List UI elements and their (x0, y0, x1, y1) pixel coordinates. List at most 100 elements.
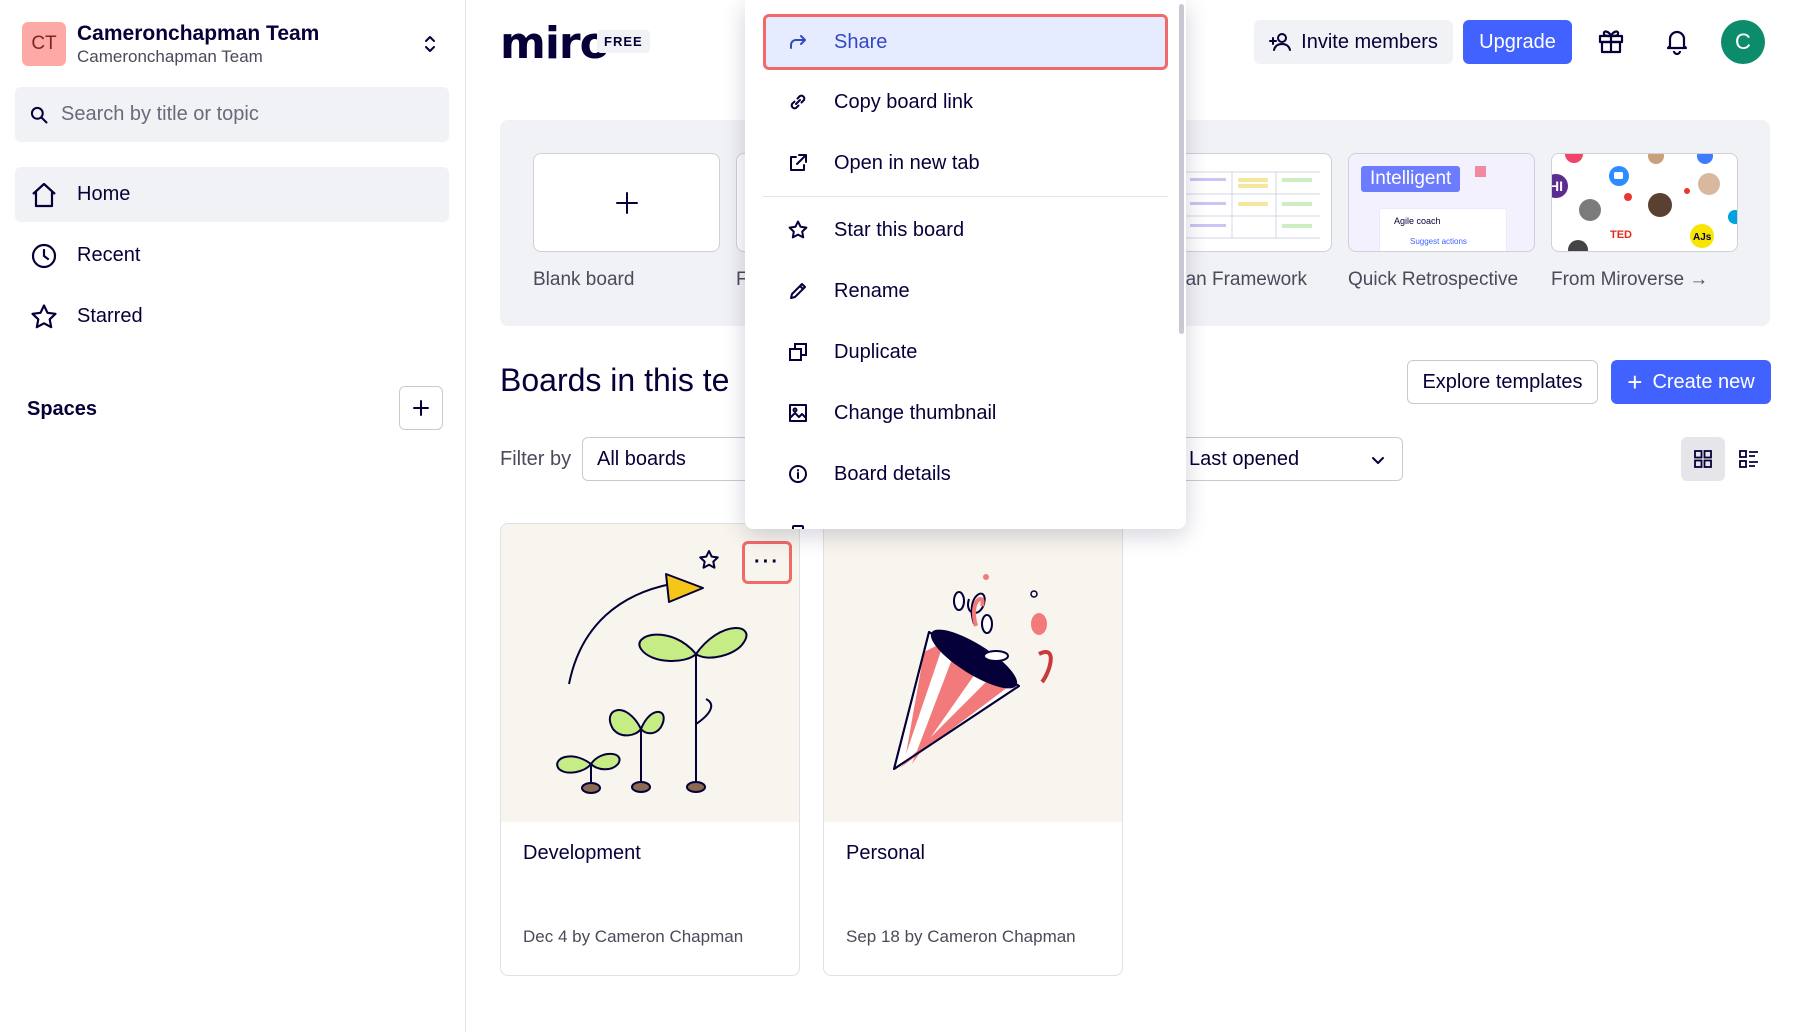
upgrade-button[interactable]: Upgrade (1463, 20, 1572, 64)
info-icon (789, 465, 807, 483)
menu-item-label: Open in new tab (834, 151, 980, 174)
search-box[interactable] (15, 87, 449, 142)
search-icon (30, 106, 48, 123)
clock-icon (31, 243, 57, 268)
share-arrow-icon (790, 35, 806, 49)
sidebar-item-label: Starred (77, 305, 143, 327)
sort-select[interactable]: Last opened (1170, 437, 1403, 481)
hi-badge: HI (1552, 178, 1563, 194)
party-popper-illustration (893, 574, 1053, 770)
menu-divider (763, 196, 1168, 197)
template-label: From Miroverse → (1551, 269, 1709, 290)
menu-scrollbar[interactable] (1179, 4, 1184, 334)
star-icon (788, 220, 808, 239)
board-thumbnail[interactable] (824, 524, 1122, 822)
template-from-miroverse[interactable]: HI AJs TED From Miroverse → (1551, 153, 1738, 290)
menu-item-label: Duplicate (834, 340, 918, 363)
grid-icon (1694, 450, 1712, 468)
retro-preview-card: Agile coach Suggest actions (1379, 208, 1507, 251)
template-thumbnail[interactable]: Intelligent Agile coach Suggest actions (1348, 153, 1535, 252)
ajs-badge: AJs (1693, 232, 1712, 243)
board-meta: Dec 4 by Cameron Chapman (523, 927, 744, 946)
menu-item-cut-off[interactable] (763, 507, 1168, 529)
menu-item-label: Change thumbnail (834, 401, 997, 424)
image-icon (789, 404, 807, 422)
boards-section-title: Boards in this te (500, 362, 730, 398)
menu-item-change-thumbnail[interactable]: Change thumbnail (763, 385, 1168, 441)
board-thumbnail[interactable]: ··· (501, 524, 799, 822)
board-context-menu: Share Copy board link Open in new tab St… (745, 0, 1186, 529)
list-view-toggle[interactable] (1727, 437, 1771, 481)
plan-badge: FREE (597, 30, 650, 53)
menu-item-share[interactable]: Share (763, 14, 1168, 70)
team-subtitle: Cameronchapman Team (77, 47, 263, 66)
template-label: Blank board (533, 269, 635, 290)
board-meta: Sep 18 by Cameron Chapman (846, 927, 1076, 946)
agile-coach-label: Agile coach (1394, 216, 1441, 226)
team-switcher[interactable]: CT Cameronchapman Team Cameronchapman Te… (22, 20, 442, 68)
menu-item-duplicate[interactable]: Duplicate (763, 324, 1168, 380)
create-new-label: Create new (1652, 370, 1755, 393)
board-more-options-button[interactable]: ··· (742, 541, 792, 584)
miroverse-avatars-graphic: HI AJs TED (1552, 154, 1737, 251)
filter-select[interactable]: All boards (582, 437, 752, 481)
gift-icon (1598, 30, 1624, 54)
team-avatar: CT (22, 22, 66, 66)
link-icon (790, 94, 806, 110)
menu-item-label: Copy board link (834, 90, 973, 113)
add-space-button[interactable] (399, 386, 443, 430)
sidebar-item-label: Recent (77, 244, 141, 266)
external-link-icon (790, 154, 807, 171)
search-input[interactable] (61, 103, 421, 126)
user-avatar[interactable]: C (1721, 20, 1765, 64)
miro-logo[interactable]: miro (500, 18, 610, 69)
gift-button[interactable] (1594, 24, 1628, 58)
menu-item-label: Board details (834, 462, 951, 485)
home-icon (32, 182, 56, 207)
invite-members-label: Invite members (1301, 30, 1438, 53)
invite-members-button[interactable]: Invite members (1254, 20, 1453, 64)
template-label: Quick Retrospective (1348, 269, 1519, 290)
board-card-personal[interactable]: Personal Sep 18 by Cameron Chapman (823, 523, 1123, 976)
sidebar-item-recent[interactable]: Recent (15, 228, 449, 283)
menu-item-board-details[interactable]: Board details (763, 446, 1168, 502)
star-icon (31, 303, 57, 328)
sidebar-item-starred[interactable]: Starred (15, 289, 449, 344)
notifications-button[interactable] (1660, 24, 1694, 58)
plus-icon (413, 400, 429, 416)
menu-item-label: Star this board (834, 218, 965, 241)
template-thumbnail[interactable]: HI AJs TED (1551, 153, 1738, 252)
team-name: Cameronchapman Team (77, 22, 320, 45)
add-user-icon (1269, 33, 1292, 51)
intelligent-tag: Intelligent (1361, 166, 1461, 192)
sidebar: CT Cameronchapman Team Cameronchapman Te… (0, 0, 466, 1032)
spaces-heading: Spaces (27, 398, 98, 420)
menu-item-copy-board-link[interactable]: Copy board link (763, 74, 1168, 130)
suggest-actions-label: Suggest actions (1410, 237, 1467, 246)
template-thumbnail[interactable] (533, 153, 720, 252)
board-name[interactable]: Development (523, 842, 641, 865)
explore-templates-button[interactable]: Explore templates (1407, 360, 1598, 404)
menu-item-open-new-tab[interactable]: Open in new tab (763, 135, 1168, 191)
duplicate-icon (789, 343, 807, 361)
sidebar-item-home[interactable]: Home (15, 167, 449, 222)
create-new-button[interactable]: + Create new (1611, 360, 1771, 404)
menu-item-label: Share (834, 30, 888, 53)
chevron-up-down-icon[interactable] (418, 32, 442, 56)
template-label: oan Framework (1175, 269, 1307, 290)
sort-select-value: Last opened (1189, 447, 1300, 470)
pencil-icon (790, 283, 806, 299)
template-blank-board[interactable]: Blank board (533, 153, 720, 290)
menu-item-rename[interactable]: Rename (763, 263, 1168, 319)
menu-item-label: Rename (834, 279, 910, 302)
sidebar-item-label: Home (77, 183, 131, 205)
grid-view-toggle[interactable] (1681, 437, 1725, 481)
board-name[interactable]: Personal (846, 842, 925, 865)
star-icon[interactable] (697, 548, 721, 572)
template-quick-retrospective[interactable]: Intelligent Agile coach Suggest actions … (1348, 153, 1535, 290)
list-icon (1739, 450, 1758, 468)
bell-icon (1666, 30, 1688, 56)
board-card-development[interactable]: ··· Development Dec 4 by Cameron Chapman (500, 523, 800, 976)
chevron-down-icon (1372, 457, 1384, 464)
menu-item-star-board[interactable]: Star this board (763, 202, 1168, 258)
